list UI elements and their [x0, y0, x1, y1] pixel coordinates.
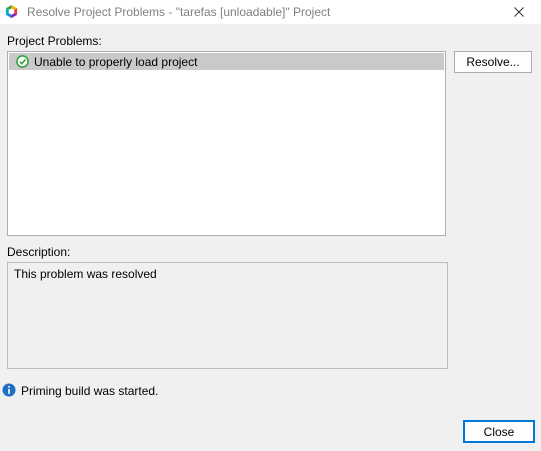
description-text: This problem was resolved — [14, 267, 157, 281]
resolve-button[interactable]: Resolve... — [454, 51, 532, 73]
problem-text: Unable to properly load project — [34, 54, 198, 69]
project-problems-label: Project Problems: — [7, 34, 102, 48]
title-bar: Resolve Project Problems - "tarefas [unl… — [0, 0, 541, 24]
check-circle-icon — [16, 55, 29, 68]
description-box: This problem was resolved — [7, 262, 448, 369]
netbeans-logo-icon — [5, 4, 18, 19]
close-window-button[interactable] — [497, 0, 541, 24]
project-problems-list[interactable]: Unable to properly load project — [7, 51, 446, 236]
close-button[interactable]: Close — [463, 420, 535, 443]
info-icon — [2, 383, 16, 397]
window-title: Resolve Project Problems - "tarefas [unl… — [27, 5, 331, 19]
close-icon — [514, 7, 524, 17]
list-item[interactable]: Unable to properly load project — [9, 53, 444, 70]
description-label: Description: — [7, 245, 71, 259]
status-text: Priming build was started. — [21, 384, 159, 398]
